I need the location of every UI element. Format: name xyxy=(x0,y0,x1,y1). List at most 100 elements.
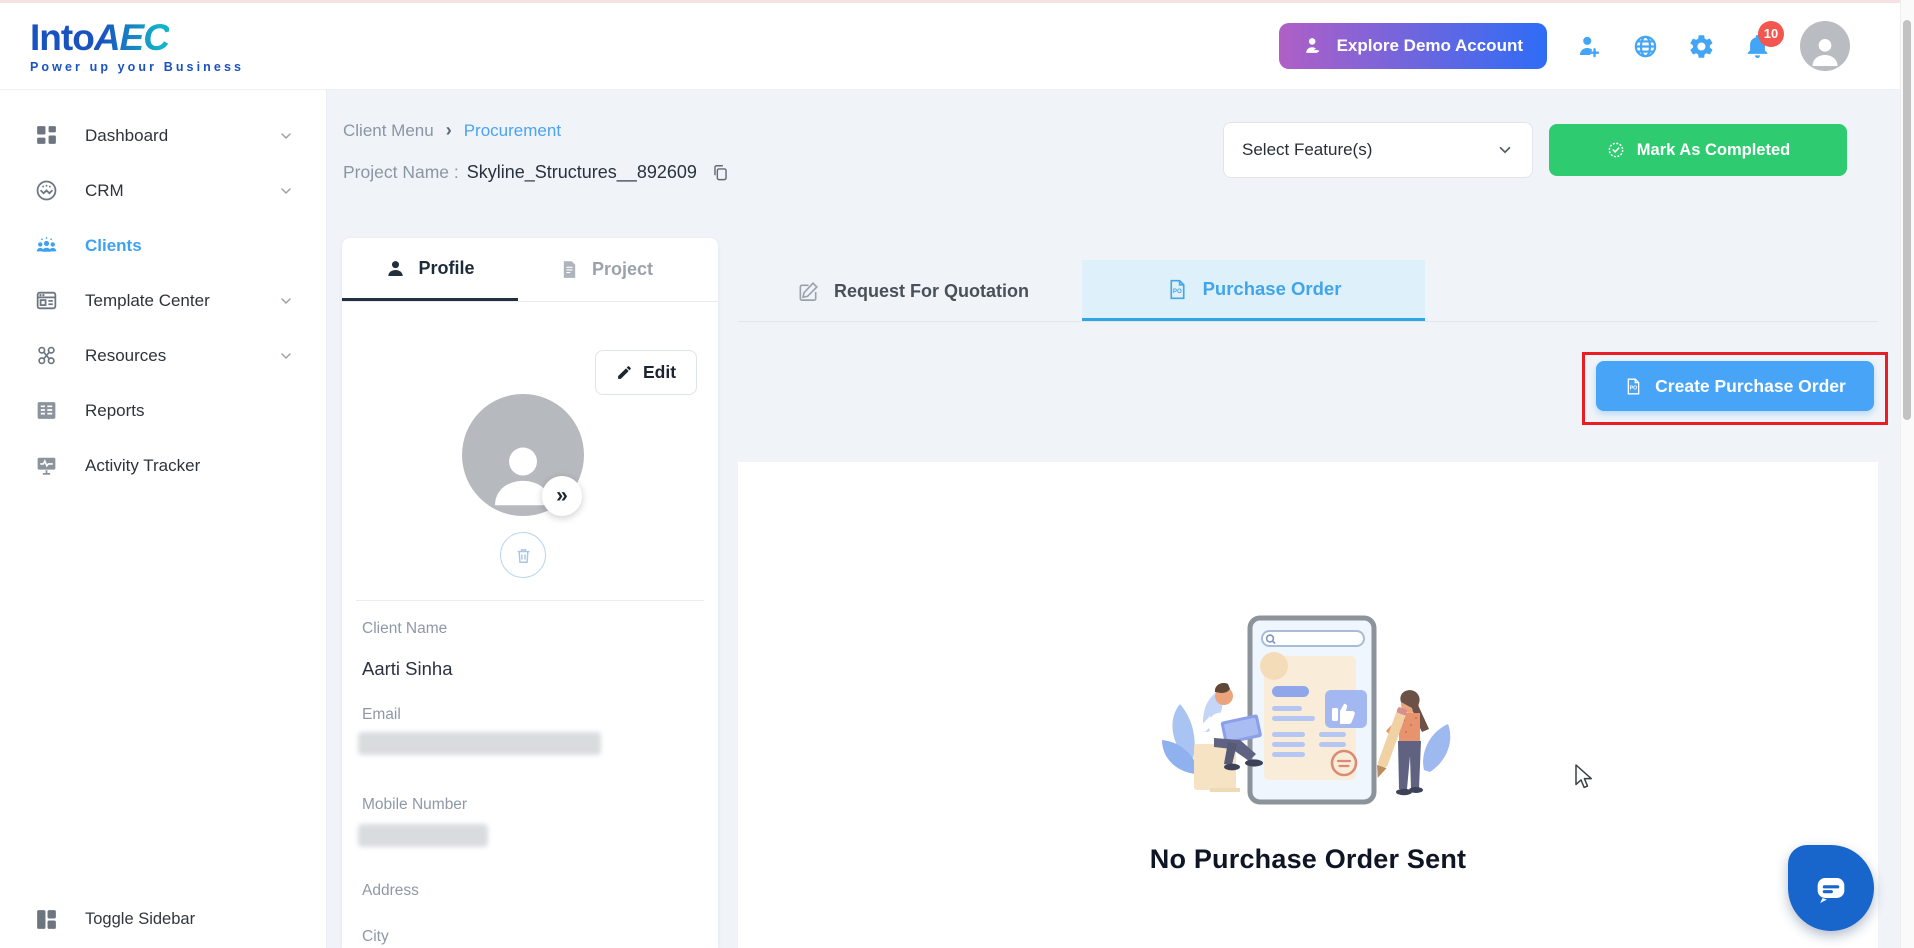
reports-icon xyxy=(37,402,56,419)
sidebar-item-dashboard[interactable]: Dashboard xyxy=(0,108,326,163)
header-actions: Explore Demo Account 10 xyxy=(1278,20,1900,71)
main-content: Client Menu › Procurement Project Name :… xyxy=(327,90,1900,948)
explore-demo-account-button[interactable]: Explore Demo Account xyxy=(1278,23,1547,69)
clients-icon xyxy=(36,237,57,252)
breadcrumb-parent[interactable]: Client Menu xyxy=(343,121,434,141)
sidebar-item-label: Dashboard xyxy=(85,125,169,145)
tab-project-label: Project xyxy=(591,259,654,279)
tabs-divider xyxy=(738,321,1878,322)
copy-icon[interactable] xyxy=(711,163,730,182)
chevron-down-icon xyxy=(281,187,291,194)
page-scrollbar-track[interactable] xyxy=(1900,0,1914,948)
chat-widget-button[interactable] xyxy=(1788,845,1874,931)
svg-text:PO: PO xyxy=(1172,287,1181,294)
email-value-redacted xyxy=(358,732,601,755)
breadcrumb: Client Menu › Procurement xyxy=(343,120,561,141)
chevron-down-icon xyxy=(281,297,291,304)
purchase-order-empty-panel: No Purchase Order Sent xyxy=(738,462,1878,948)
project-doc-icon xyxy=(563,261,576,278)
svg-text:PO: PO xyxy=(1630,385,1637,391)
app-header: IntoAEC Power up your Business Explore D… xyxy=(0,3,1900,90)
expand-avatar-button[interactable]: » xyxy=(542,476,582,516)
profile-person-icon xyxy=(388,260,404,276)
tab-project[interactable]: Project xyxy=(518,238,694,301)
template-center-icon xyxy=(36,291,57,310)
chevron-down-icon xyxy=(281,132,291,139)
notifications-button[interactable]: 10 xyxy=(1744,20,1784,60)
select-features-dropdown[interactable]: Select Feature(s) xyxy=(1223,122,1533,178)
brand-into: Into xyxy=(30,16,95,58)
demo-user-icon xyxy=(1305,38,1319,53)
sidebar-item-label: Resources xyxy=(85,345,167,365)
profile-card-tabs: Profile Project xyxy=(342,238,718,302)
address-label: Address xyxy=(362,882,419,899)
sidebar-item-label: Template Center xyxy=(85,290,210,310)
client-profile-card: Profile Project Edit » Client Name Aarti… xyxy=(342,238,718,948)
sidebar-item-label: Activity Tracker xyxy=(85,455,201,475)
sidebar-item-activity-tracker[interactable]: Activity Tracker xyxy=(0,438,326,493)
po-doc-icon: PO xyxy=(1627,378,1640,394)
app-logo[interactable]: IntoAEC Power up your Business xyxy=(30,19,244,74)
sidebar-item-reports[interactable]: Reports xyxy=(0,383,326,438)
mobile-number-label: Mobile Number xyxy=(362,796,468,813)
select-features-label: Select Feature(s) xyxy=(1242,140,1373,159)
card-divider xyxy=(356,600,704,601)
client-name-label: Client Name xyxy=(362,620,448,637)
create-purchase-order-button[interactable]: PO Create Purchase Order xyxy=(1596,361,1874,411)
city-label: City xyxy=(362,928,389,945)
edit-profile-button[interactable]: Edit xyxy=(595,350,697,395)
project-name-row: Project Name : Skyline_Structures__89260… xyxy=(343,162,730,183)
rfq-edit-icon xyxy=(799,281,818,301)
email-label: Email xyxy=(362,706,401,723)
empty-state-illustration xyxy=(1162,615,1451,805)
breadcrumb-chevron-icon: › xyxy=(445,120,452,140)
avatar-person-icon xyxy=(1812,39,1838,66)
sidebar-item-label: Clients xyxy=(85,235,142,255)
toggle-sidebar-button[interactable]: Toggle Sidebar xyxy=(34,907,195,932)
add-user-icon[interactable] xyxy=(1576,33,1603,60)
tab-request-for-quotation[interactable]: Request For Quotation xyxy=(744,260,1082,322)
po-doc-icon: PO xyxy=(1170,279,1185,299)
crm-icon xyxy=(36,180,57,201)
sidebar-item-clients[interactable]: Clients xyxy=(0,218,326,273)
resources-icon xyxy=(38,346,55,365)
sidebar-list: Dashboard CRM Clients Template Center Re… xyxy=(0,90,326,493)
edit-label: Edit xyxy=(642,362,677,382)
sidebar-item-resources[interactable]: Resources xyxy=(0,328,326,383)
toggle-sidebar-icon xyxy=(37,910,56,929)
brand-tagline: Power up your Business xyxy=(30,59,245,74)
project-name-value: Skyline_Structures__892609 xyxy=(466,162,697,182)
tab-rfq-label: Request For Quotation xyxy=(834,280,1029,301)
mark-as-completed-button[interactable]: Mark As Completed xyxy=(1549,124,1847,176)
dashboard-icon xyxy=(37,126,56,144)
pencil-icon xyxy=(618,366,631,379)
breadcrumb-current[interactable]: Procurement xyxy=(464,121,561,141)
tab-po-label: Purchase Order xyxy=(1202,278,1342,299)
chat-bubble-icon xyxy=(1817,878,1845,903)
tab-profile-label: Profile xyxy=(418,257,475,278)
chevron-down-icon xyxy=(1499,146,1511,154)
create-po-label: Create Purchase Order xyxy=(1655,375,1846,396)
settings-icon[interactable] xyxy=(1688,33,1715,60)
client-name-value: Aarti Sinha xyxy=(362,658,453,679)
tab-purchase-order[interactable]: PO Purchase Order xyxy=(1082,260,1425,322)
sidebar-nav: Dashboard CRM Clients Template Center Re… xyxy=(0,90,327,948)
sidebar-item-label: Reports xyxy=(85,400,145,420)
explore-demo-label: Explore Demo Account xyxy=(1336,36,1523,55)
sidebar-item-label: CRM xyxy=(85,180,124,200)
empty-state-caption: No Purchase Order Sent xyxy=(1149,844,1467,874)
activity-tracker-icon xyxy=(37,457,56,475)
project-name-label: Project Name : xyxy=(343,162,459,182)
chevron-down-icon xyxy=(281,352,291,359)
sidebar-item-crm[interactable]: CRM xyxy=(0,163,326,218)
mobile-value-redacted xyxy=(358,824,488,847)
brand-text: IntoAEC xyxy=(30,19,244,56)
globe-icon[interactable] xyxy=(1632,33,1659,60)
tab-profile[interactable]: Profile xyxy=(342,238,518,301)
user-avatar[interactable] xyxy=(1800,21,1850,71)
mark-as-completed-label: Mark As Completed xyxy=(1636,140,1791,159)
delete-avatar-button[interactable] xyxy=(500,532,546,578)
page-scrollbar-thumb[interactable] xyxy=(1903,20,1911,420)
sidebar-item-template-center[interactable]: Template Center xyxy=(0,273,326,328)
brand-aec: AEC xyxy=(93,16,170,58)
